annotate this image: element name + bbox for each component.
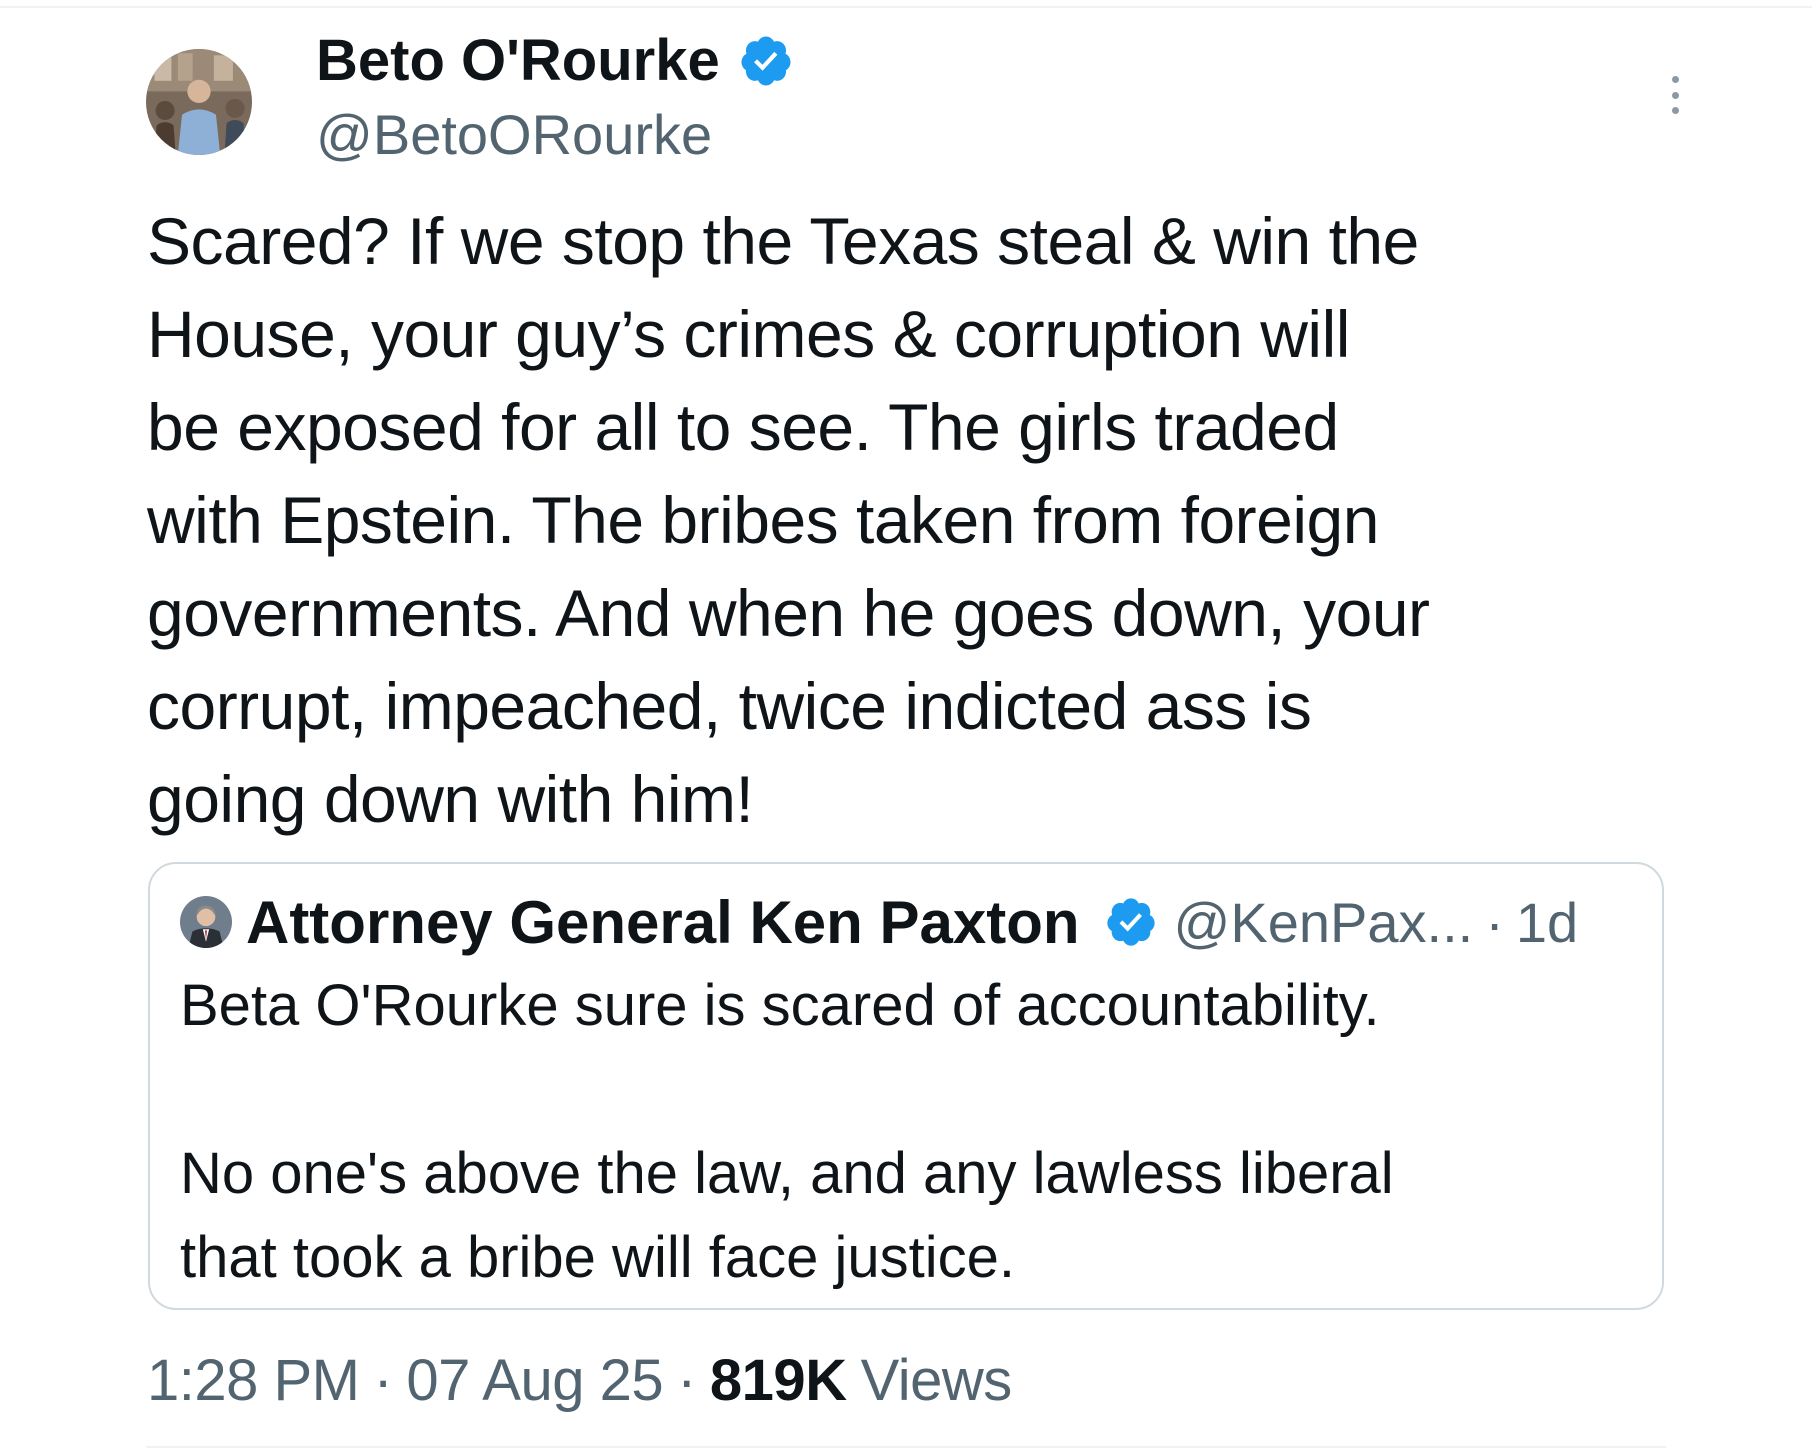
- quoted-text-line: Beta O'Rourke sure is scared of accounta…: [180, 973, 1380, 1038]
- top-divider: [0, 6, 1812, 8]
- dot: [1671, 91, 1679, 99]
- verified-badge-icon[interactable]: [1104, 895, 1158, 949]
- tweet-text-line: Scared? If we stop the Texas steal & win…: [147, 204, 1419, 278]
- quoted-tweet-text: Beta O'Rourke sure is scared of accounta…: [180, 964, 1640, 1300]
- separator-dot: ·: [373, 1347, 393, 1413]
- quoted-tweet-card[interactable]: Attorney General Ken Paxton @KenPax... ·…: [148, 862, 1664, 1310]
- tweet-meta: 1:28 PM · 07 Aug 25 · 819K Views: [147, 1340, 1012, 1420]
- bottom-divider: [146, 1446, 1666, 1448]
- verified-badge-icon[interactable]: [738, 33, 794, 89]
- quoted-timestamp[interactable]: 1d: [1516, 890, 1578, 955]
- tweet-text-line: with Epstein. The bribes taken from fore…: [147, 483, 1379, 557]
- dot: [1671, 107, 1679, 114]
- quoted-text-line: No one's above the law, and any lawless …: [180, 1141, 1394, 1206]
- separator-dot: ·: [1485, 890, 1504, 954]
- tweet-text-line: be exposed for all to see. The girls tra…: [147, 390, 1339, 464]
- views-count[interactable]: 819K: [710, 1347, 847, 1414]
- quoted-author-avatar[interactable]: [180, 896, 232, 948]
- quoted-tweet-header: Attorney General Ken Paxton @KenPax... ·…: [180, 882, 1578, 962]
- author-name-text[interactable]: Beto O'Rourke: [316, 26, 720, 96]
- author-name[interactable]: Beto O'Rourke: [316, 26, 794, 96]
- dot: [1671, 76, 1679, 83]
- tweet-text-line: corrupt, impeached, twice indicted ass i…: [147, 669, 1312, 743]
- tweet-text-line: House, your guy’s crimes & corruption wi…: [147, 297, 1350, 371]
- tweet-text-line: governments. And when he goes down, your: [147, 576, 1430, 650]
- author-handle[interactable]: @BetoORourke: [316, 101, 712, 169]
- tweet-text-line: going down with him!: [147, 762, 754, 836]
- tweet-text: Scared? If we stop the Texas steal & win…: [147, 195, 1707, 846]
- views-label[interactable]: Views: [861, 1347, 1013, 1414]
- author-avatar[interactable]: [146, 49, 252, 155]
- quoted-text-line: that took a bribe will face justice.: [180, 1225, 1015, 1290]
- more-options-icon[interactable]: [1660, 70, 1690, 120]
- separator-dot: ·: [677, 1347, 696, 1413]
- tweet-date[interactable]: 07 Aug 25: [406, 1347, 663, 1414]
- quoted-author-name[interactable]: Attorney General Ken Paxton: [246, 888, 1080, 957]
- quoted-author-handle[interactable]: @KenPax...: [1174, 890, 1474, 955]
- tweet-time[interactable]: 1:28 PM: [147, 1347, 360, 1414]
